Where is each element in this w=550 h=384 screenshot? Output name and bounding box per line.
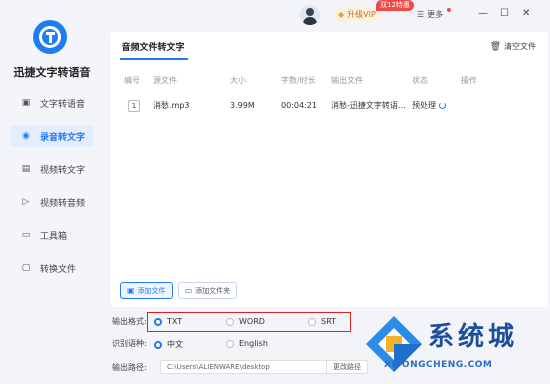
sidebar-item-label: 视频转音频 xyxy=(40,198,86,209)
trash-icon: 🗑 xyxy=(489,41,501,52)
sidebar-item-label: 工具箱 xyxy=(40,231,68,242)
option-label: 中文 xyxy=(167,340,183,349)
video-audio-icon: ▷ xyxy=(22,197,30,207)
more-menu-button[interactable]: ☰ 更多 xyxy=(417,9,443,20)
language-option-english[interactable]: English xyxy=(226,339,268,348)
maximize-button[interactable]: ☐ xyxy=(500,8,509,20)
speech-icon: ▣ xyxy=(21,98,31,108)
sidebar: 迅捷文字转语音 ▣ 文字转语音 ◉ 录音转文字 ▤ 视频转文字 ▷ 视频转音频 … xyxy=(0,0,104,384)
table-header: 编号 源文件 大小 字数/时长 输出文件 状态 操作 xyxy=(110,72,548,90)
format-highlight-box xyxy=(147,312,351,332)
column-header: 大小 xyxy=(230,76,246,85)
column-header: 源文件 xyxy=(153,76,177,85)
sidebar-item-text-to-speech[interactable]: ▣ 文字转语音 xyxy=(10,92,94,114)
sidebar-item-convert-files[interactable]: ▢ 转换文件 xyxy=(10,257,94,279)
avatar[interactable] xyxy=(300,5,320,25)
watermark-text: 系统城 xyxy=(428,322,519,352)
folder-icon: ▭ xyxy=(184,286,193,295)
output-file: 消愁-迅捷文字转语… xyxy=(331,101,406,110)
add-file-button[interactable]: ▣ 添加文件 xyxy=(120,282,173,299)
sidebar-item-label: 转换文件 xyxy=(40,264,77,275)
toolbox-icon: ▭ xyxy=(21,230,31,240)
upgrade-vip-button[interactable]: ◆ 升级VIP xyxy=(334,7,382,22)
notification-dot xyxy=(447,8,451,12)
duration: 00:04:21 xyxy=(281,101,317,110)
radio-icon xyxy=(226,339,234,348)
tab-audio-to-text[interactable]: 音频文件转文字 xyxy=(110,32,196,60)
sidebar-item-label: 文字转语音 xyxy=(40,99,86,110)
app-logo-icon xyxy=(33,20,67,54)
row-index: 1 xyxy=(128,100,140,112)
column-header: 编号 xyxy=(124,76,140,85)
sidebar-item-recording-to-text[interactable]: ◉ 录音转文字 xyxy=(10,125,94,147)
path-label: 输出路径: xyxy=(112,362,147,372)
close-button[interactable]: ✕ xyxy=(522,8,530,20)
minimize-button[interactable]: — xyxy=(478,8,488,20)
column-header: 字数/时长 xyxy=(281,76,316,85)
watermark: 系统城 XITONGCHENG.COM xyxy=(350,300,550,384)
table-row[interactable]: 1 消愁.mp3 3.99M 00:04:21 消愁-迅捷文字转语… 预处理 xyxy=(110,96,548,116)
sidebar-item-video-to-audio[interactable]: ▷ 视频转音频 xyxy=(10,191,94,213)
column-header: 输出文件 xyxy=(331,76,363,85)
app-name: 迅捷文字转语音 xyxy=(13,66,91,79)
add-folder-button[interactable]: ▭ 添加文件夹 xyxy=(177,282,238,299)
clear-files-label: 清空文件 xyxy=(504,42,536,51)
title-bar: ◆ 升级VIP 双12特惠 ☰ 更多 — ☐ ✕ xyxy=(104,0,550,30)
column-header: 状态 xyxy=(412,76,428,85)
sidebar-item-video-to-text[interactable]: ▤ 视频转文字 xyxy=(10,158,94,180)
file-size: 3.99M xyxy=(230,101,255,110)
source-file: 消愁.mp3 xyxy=(153,101,190,110)
main-panel: 音频文件转文字 🗑 清空文件 编号 源文件 大小 字数/时长 输出文件 状态 操… xyxy=(110,32,548,307)
add-file-label: 添加文件 xyxy=(137,286,166,295)
vip-label: 升级VIP xyxy=(347,10,376,19)
radio-selected-icon xyxy=(154,340,162,349)
file-convert-icon: ▢ xyxy=(21,263,31,273)
status-text: 预处理 xyxy=(412,101,436,110)
sidebar-item-label: 录音转文字 xyxy=(40,132,86,143)
language-row: 识别语种: xyxy=(112,338,150,349)
language-label: 识别语种: xyxy=(112,339,147,348)
diamond-icon: ◆ xyxy=(338,10,345,19)
add-buttons: ▣ 添加文件 ▭ 添加文件夹 xyxy=(120,282,242,299)
sidebar-nav: ▣ 文字转语音 ◉ 录音转文字 ▤ 视频转文字 ▷ 视频转音频 ▭ 工具箱 ▢ … xyxy=(0,92,104,290)
option-label: English xyxy=(239,339,268,348)
language-option-chinese[interactable]: 中文 xyxy=(154,339,183,350)
promo-badge: 双12特惠 xyxy=(376,0,414,11)
format-row: 输出格式: xyxy=(112,316,150,327)
loading-spinner-icon xyxy=(439,102,446,109)
sidebar-item-label: 视频转文字 xyxy=(40,165,86,176)
format-label: 输出格式: xyxy=(112,317,147,326)
add-file-icon: ▣ xyxy=(127,286,135,295)
column-header: 操作 xyxy=(461,76,477,85)
video-text-icon: ▤ xyxy=(21,164,31,174)
sidebar-item-toolbox[interactable]: ▭ 工具箱 xyxy=(10,224,94,246)
record-icon: ◉ xyxy=(22,131,30,141)
clear-files-button[interactable]: 🗑 清空文件 xyxy=(490,41,536,52)
watermark-url: XITONGCHENG.COM xyxy=(384,360,493,370)
menu-icon: ☰ xyxy=(417,10,425,19)
more-label: 更多 xyxy=(427,10,444,19)
add-folder-label: 添加文件夹 xyxy=(195,286,231,295)
active-tab-indicator xyxy=(120,58,188,60)
output-path-input[interactable]: C:\Users\ALIENWARE\desktop xyxy=(160,360,330,374)
